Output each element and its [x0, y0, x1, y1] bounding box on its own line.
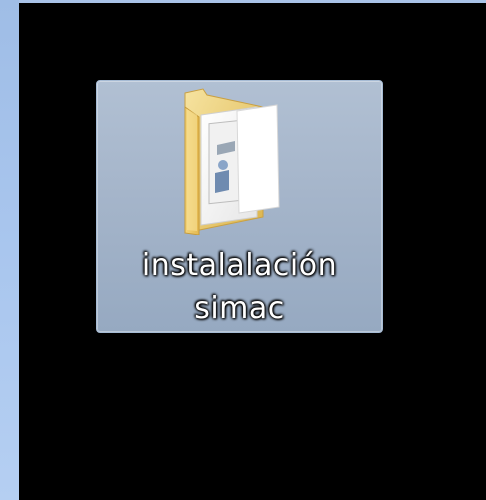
window-edge-top	[0, 0, 486, 3]
folder-icon	[177, 85, 287, 236]
folder-shortcut-instalalacion-simac[interactable]: instalalación simac	[96, 80, 383, 333]
desktop: instalalación simac	[0, 0, 486, 500]
folder-label-line2: simac	[194, 291, 285, 326]
window-edge-left	[0, 0, 19, 500]
folder-label-line1: instalalación	[141, 248, 338, 283]
